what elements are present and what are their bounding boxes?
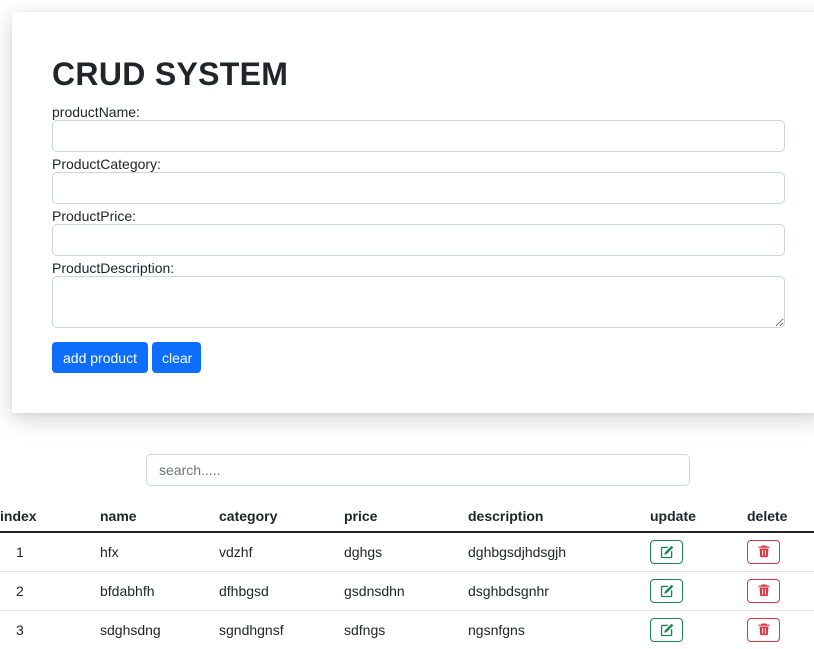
header-index: index [0,500,100,533]
add-product-button[interactable]: add product [52,342,148,373]
product-name-input[interactable] [52,120,785,152]
product-category-label: ProductCategory: [52,156,161,172]
delete-button[interactable] [747,539,780,564]
cell-price: gsdnsdhn [344,571,468,611]
table-row: 3 sdghsdng sgndhgnsf sdfngs ngsnfgns [0,610,814,649]
trash-icon [757,545,770,558]
edit-icon [660,584,673,597]
table-header-row: index name category price description up… [0,500,814,533]
cell-category: sgndhgnsf [219,621,284,638]
product-description-input[interactable] [52,276,785,328]
cell-category: vdzhf [219,532,344,572]
product-price-input[interactable] [52,224,785,256]
table-row: 2 bfdabhfh dfhbgsd gsdnsdhn dsghbdsgnhr [0,571,814,611]
page-title: CRUD SYSTEM [52,56,289,92]
search-input[interactable] [146,454,690,486]
header-category: category [219,500,344,533]
edit-icon [660,545,673,558]
delete-button[interactable] [747,617,780,642]
table-row: 1 hfx vdzhf dghgs dghbgsdjhdsgjh [0,532,814,572]
delete-button[interactable] [747,578,780,603]
cell-price: sdfngs [344,621,386,638]
cell-update [650,532,747,572]
cell-name: sdghsdng [100,621,161,638]
clear-button[interactable]: clear [152,342,201,373]
cell-category: dfhbgsd [219,571,344,611]
cell-update [650,610,747,649]
cell-name: bfdabhfh [100,571,219,611]
product-category-input[interactable] [52,172,785,204]
cell-description: dsghbdsgnhr [468,571,650,611]
update-button[interactable] [650,578,683,603]
cell-delete [747,571,814,611]
cell-description: dghbgsdjhdsgjh [468,532,650,572]
cell-index: 3 [16,621,24,638]
edit-icon [660,623,673,636]
header-name: name [100,500,219,533]
product-description-label: ProductDescription: [52,260,175,276]
update-button[interactable] [650,617,683,642]
product-name-label: productName: [52,104,140,120]
header-price: price [344,500,468,533]
cell-delete [747,610,814,649]
product-price-label: ProductPrice: [52,208,137,224]
cell-delete [747,532,814,572]
trash-icon [757,584,770,597]
trash-icon [757,623,770,636]
products-table: index name category price description up… [0,500,814,649]
header-update: update [650,500,747,533]
header-delete: delete [747,500,814,533]
cell-update [650,571,747,611]
cell-description: ngsnfgns [468,621,525,638]
cell-index: 1 [0,532,100,572]
cell-name: hfx [100,532,219,572]
update-button[interactable] [650,539,683,564]
cell-index: 2 [0,571,100,611]
cell-price: dghgs [344,532,468,572]
header-description: description [468,500,650,533]
